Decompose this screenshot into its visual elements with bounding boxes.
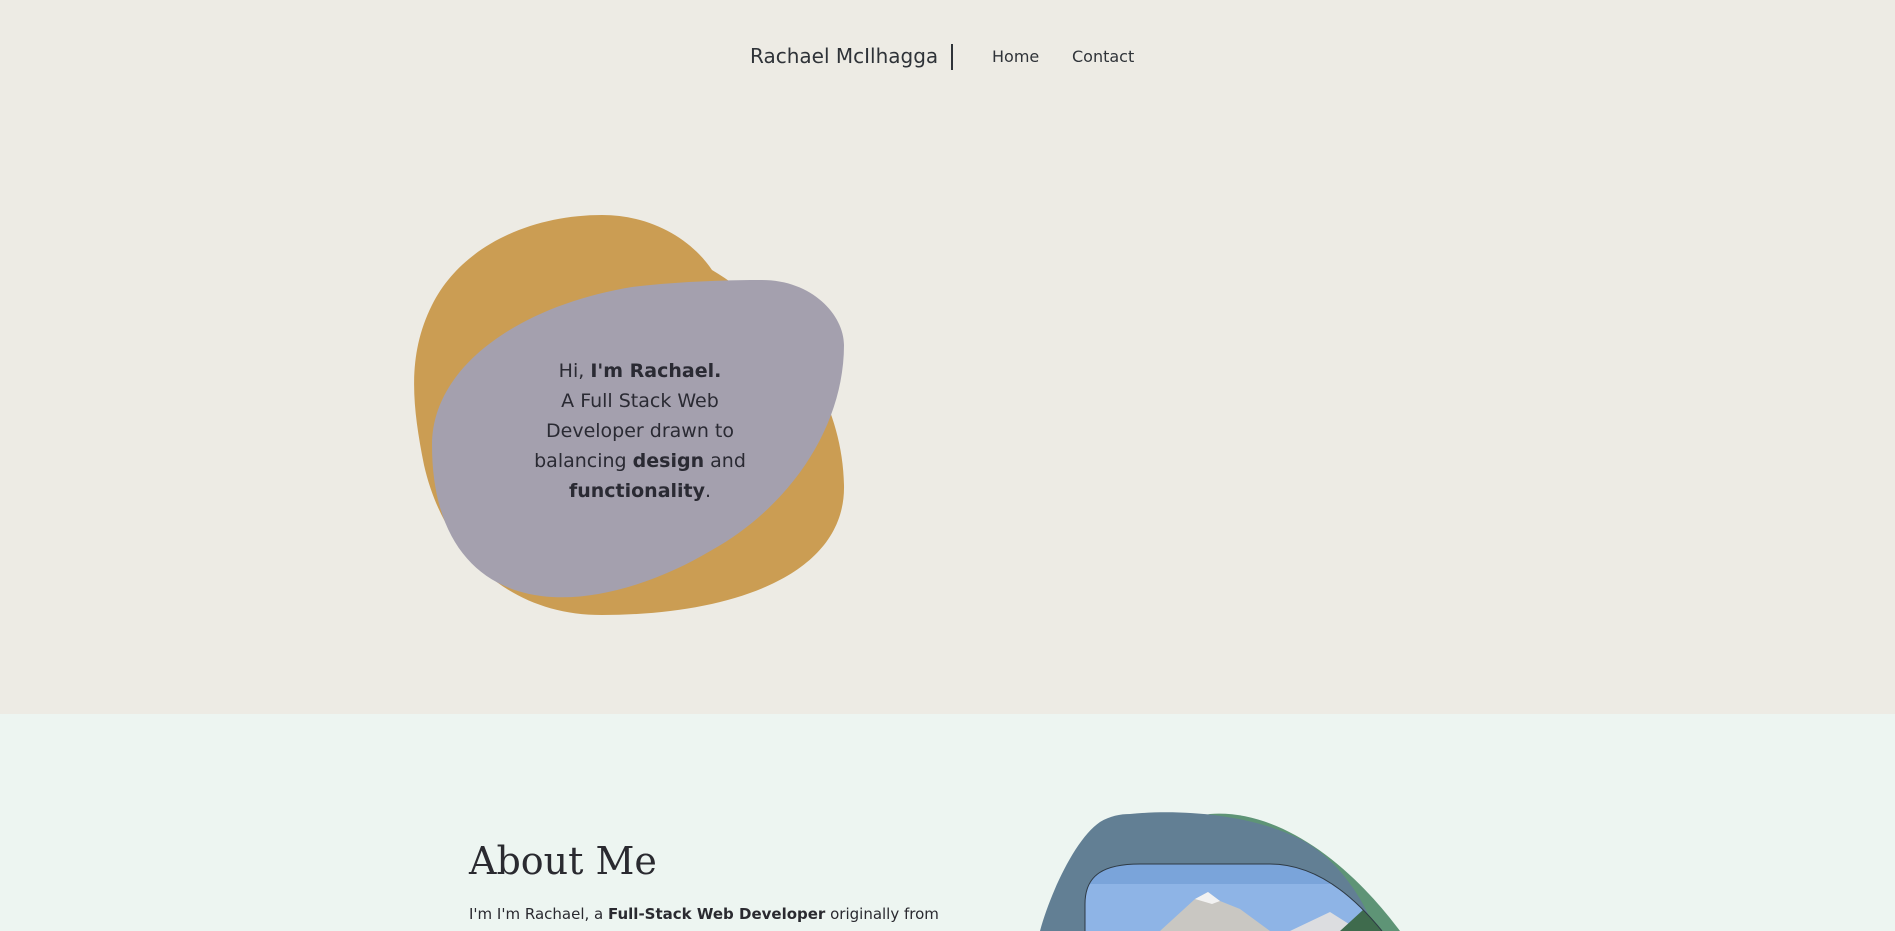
about-intro: I'm I'm Rachael, a Full-Stack Web Develo… xyxy=(469,905,939,923)
hero-section: Rachael McIlhagga Home Contact Hi, I'm R… xyxy=(0,0,1895,714)
about-role: Full-Stack Web Developer xyxy=(607,905,826,923)
top-nav: Rachael McIlhagga Home Contact xyxy=(0,44,1895,70)
site-brand[interactable]: Rachael McIlhagga xyxy=(750,44,938,68)
brand-divider xyxy=(951,44,953,70)
hero-line-4: functionality. xyxy=(568,480,712,502)
hero-functionality-word: functionality xyxy=(568,480,706,502)
nav-link-home[interactable]: Home xyxy=(992,47,1039,66)
hero-design-word: design xyxy=(632,450,705,472)
hero-intro: Hi, I'm Rachael. A Full Stack Web Develo… xyxy=(500,356,780,506)
hero-name: I'm Rachael. xyxy=(590,360,722,382)
hero-line-3: balancing design and xyxy=(534,450,746,472)
hero-line-1: A Full Stack Web xyxy=(561,390,719,412)
about-title: About Me xyxy=(469,839,657,883)
about-photo-blob xyxy=(1040,812,1400,931)
nav-link-contact[interactable]: Contact xyxy=(1072,47,1134,66)
hero-line-greeting: Hi, I'm Rachael. xyxy=(558,360,722,382)
about-section: About Me I'm I'm Rachael, a Full-Stack W… xyxy=(0,714,1895,931)
hero-line-2: Developer drawn to xyxy=(546,420,734,442)
